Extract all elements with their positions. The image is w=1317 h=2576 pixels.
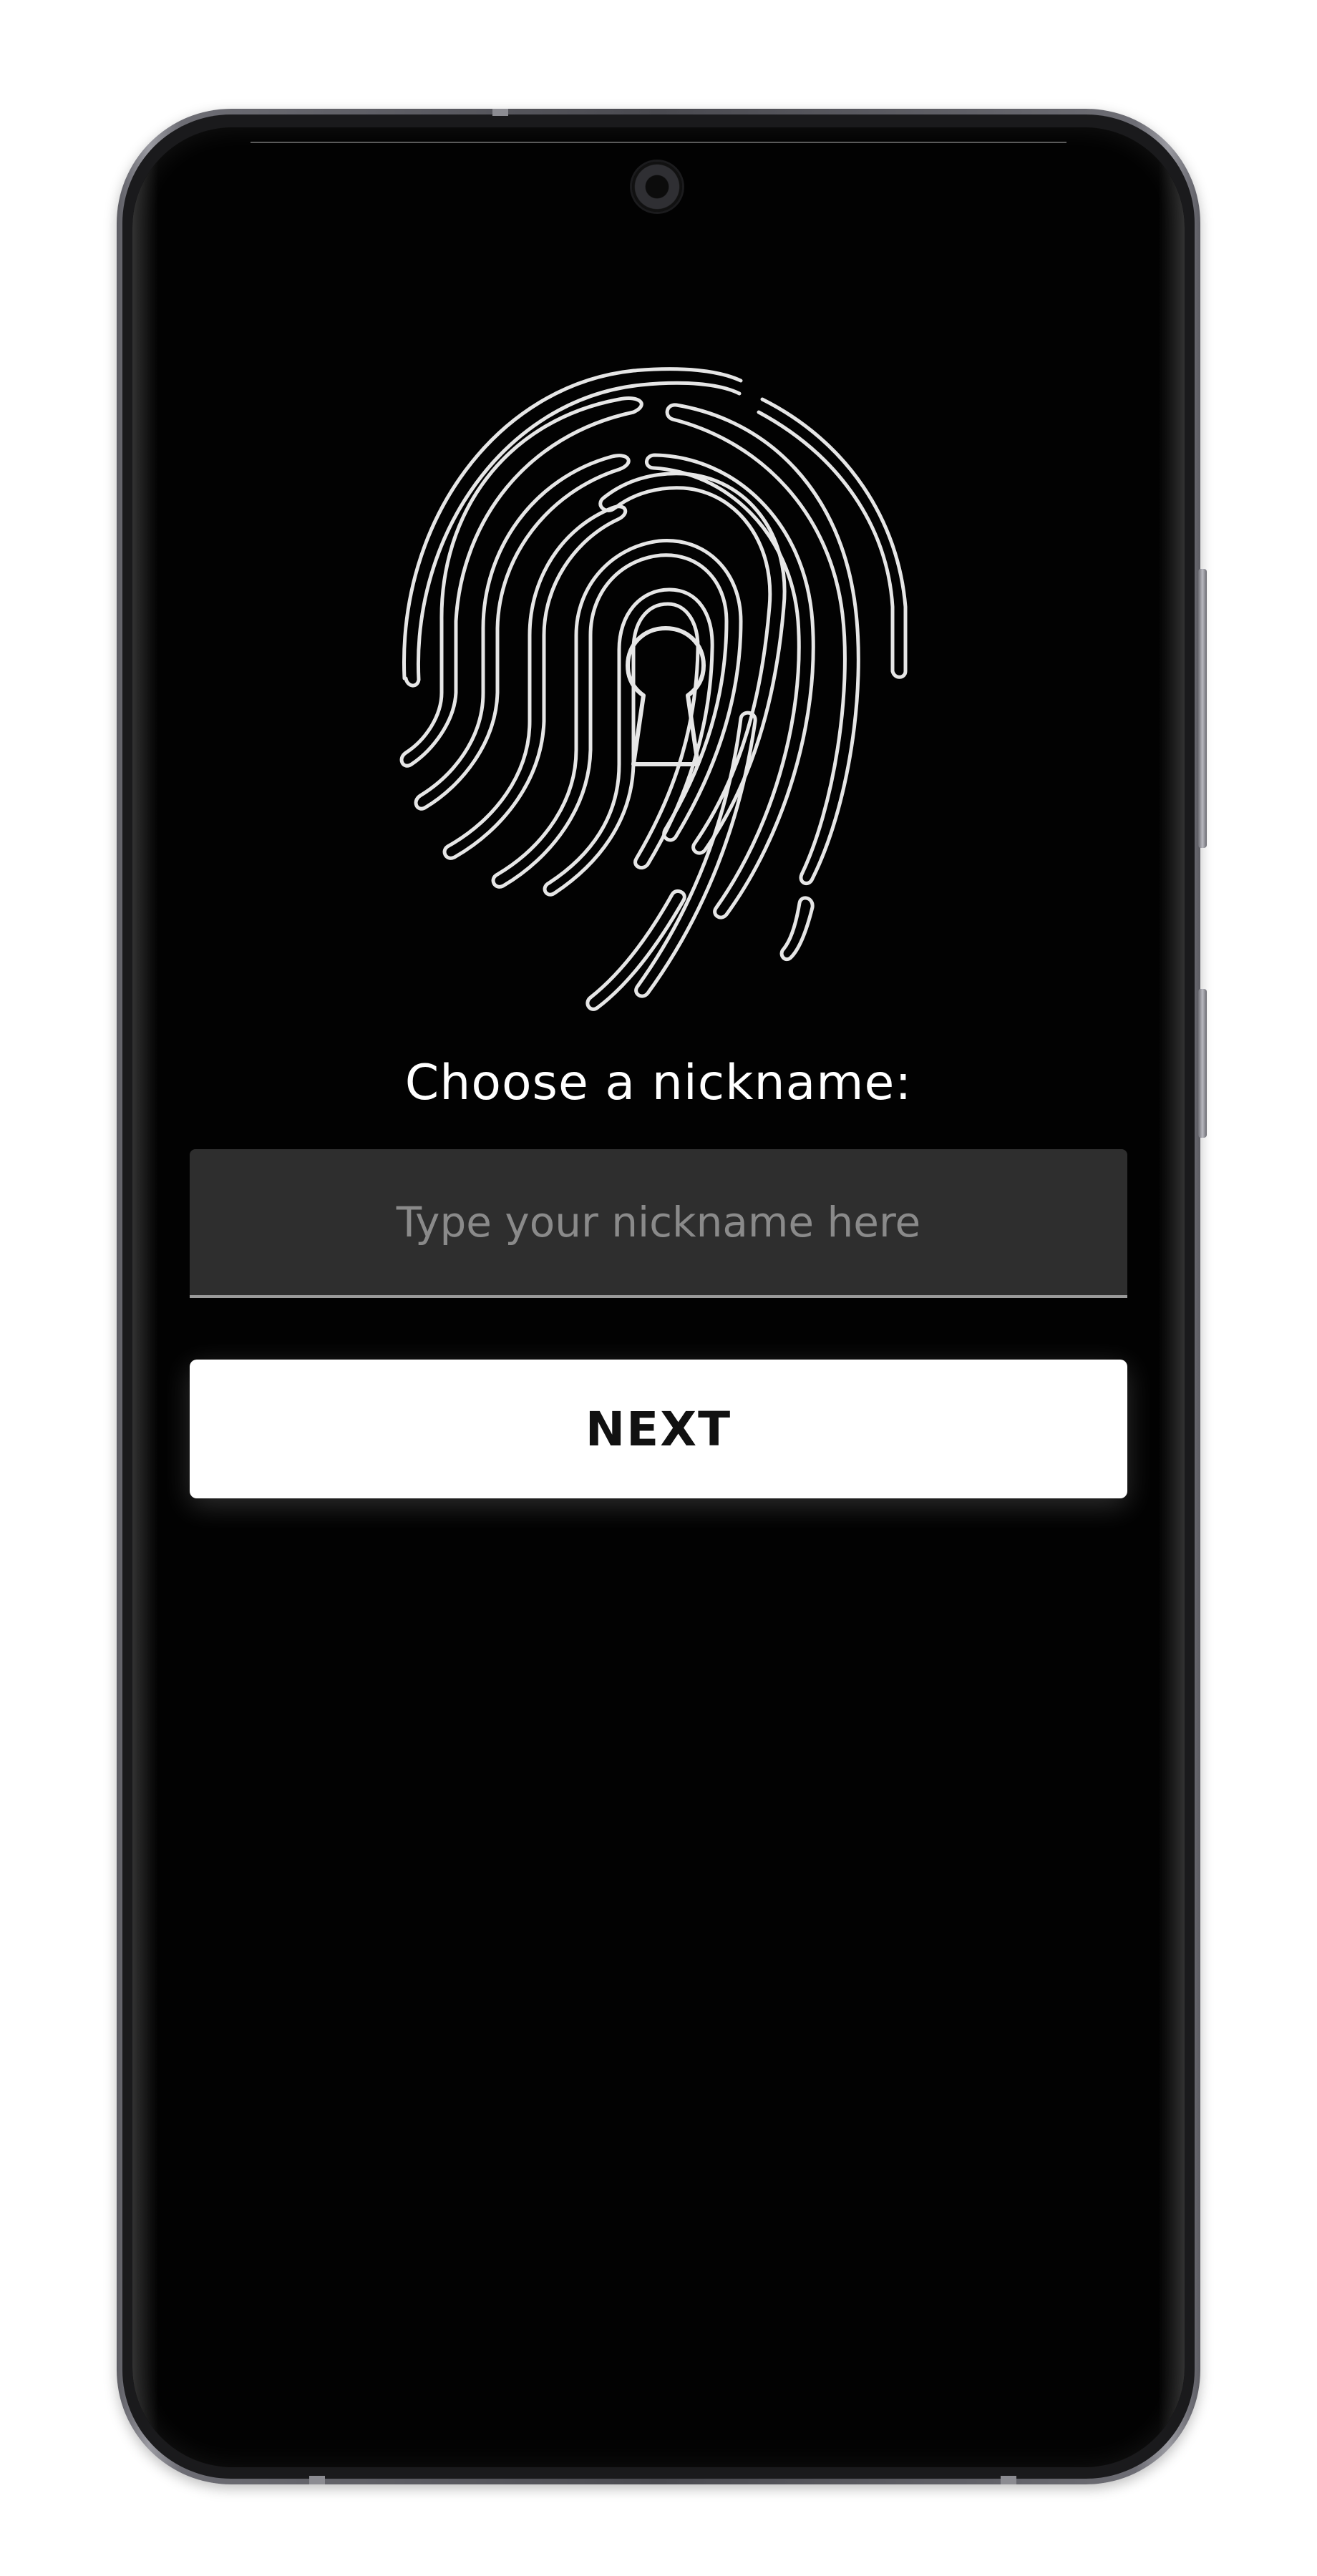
frame-antenna-line [492, 109, 508, 116]
frame-antenna-line [1001, 2476, 1016, 2484]
nickname-input[interactable] [190, 1149, 1127, 1298]
power-button [1198, 989, 1207, 1138]
frame-antenna-line [309, 2476, 325, 2484]
volume-button [1198, 569, 1207, 848]
next-button[interactable]: NEXT [190, 1360, 1127, 1498]
nickname-prompt-label: Choose a nickname: [404, 1055, 913, 1111]
front-camera [632, 162, 682, 212]
screen-top-edge [251, 142, 1066, 143]
fingerprint-keyhole-icon [399, 367, 908, 1011]
page: Choose a nickname: NEXT [0, 0, 1317, 2576]
phone-screen: Choose a nickname: NEXT [132, 127, 1185, 2467]
